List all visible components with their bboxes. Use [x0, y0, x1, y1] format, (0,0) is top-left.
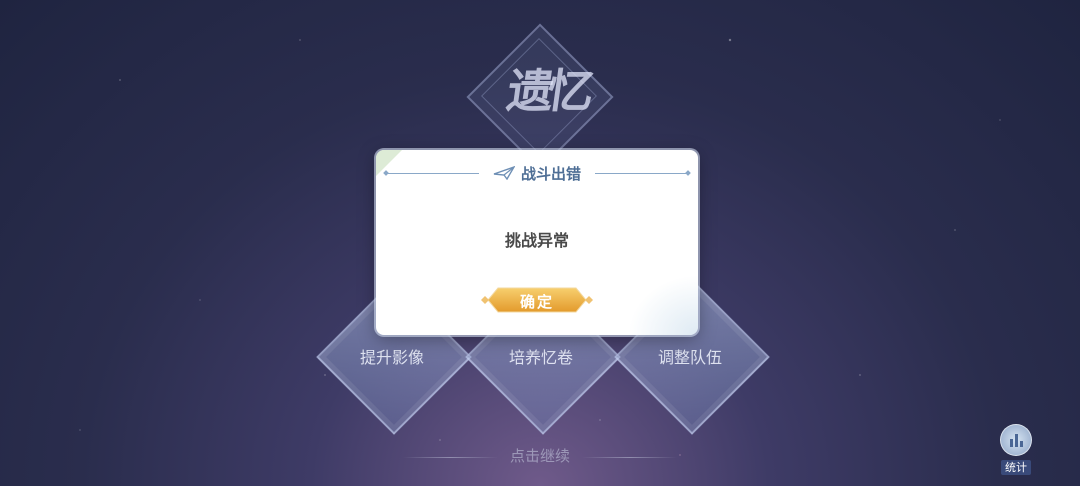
continue-label: 点击继续: [509, 447, 570, 465]
stats-label: 统计: [1001, 460, 1031, 475]
stats-button[interactable]: 统计: [996, 424, 1036, 475]
confirm-label: 确定: [519, 293, 554, 311]
error-dialog: 战斗出错 挑战异常 确定: [376, 150, 698, 335]
confirm-button[interactable]: 确定: [480, 286, 594, 314]
bar-chart-icon: [1000, 424, 1032, 456]
tap-to-continue[interactable]: 点击继续: [0, 445, 1080, 466]
stage-emblem-text: 遗忆: [503, 64, 592, 118]
option-label: 调整队伍: [657, 348, 722, 367]
option-label: 提升影像: [359, 348, 424, 367]
option-label: 培养忆卷: [508, 348, 573, 367]
paper-plane-icon: [493, 166, 515, 180]
dialog-header: 战斗出错: [376, 162, 698, 184]
title-divider-right: [595, 172, 690, 174]
dialog-title: 战斗出错: [520, 164, 581, 183]
dialog-message: 挑战异常: [504, 231, 569, 250]
divider: [582, 456, 677, 458]
title-divider-left: [383, 172, 479, 174]
corner-decoration: [628, 275, 698, 335]
divider: [402, 456, 498, 458]
